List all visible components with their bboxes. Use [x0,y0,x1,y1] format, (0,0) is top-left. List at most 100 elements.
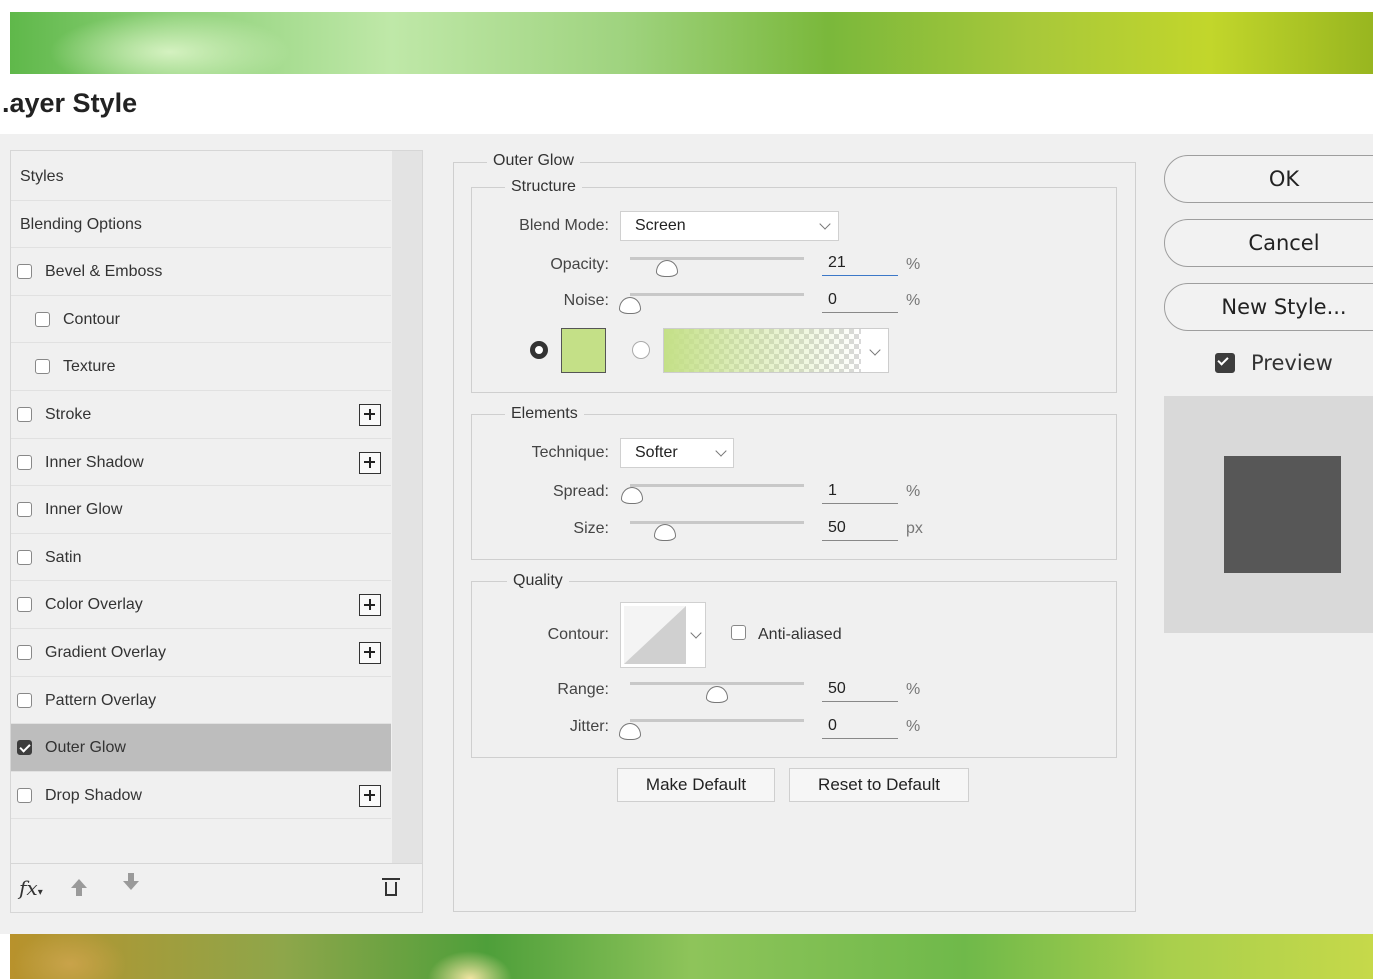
style-item-blending-options[interactable]: Blending Options [11,201,391,249]
style-checkbox[interactable] [17,740,32,756]
trash-icon[interactable] [382,878,400,896]
quality-group [471,581,1117,758]
outer-glow-title: Outer Glow [487,152,580,170]
background-image-bottom [10,934,1373,979]
spread-input[interactable]: 1 [822,482,898,504]
style-checkbox[interactable] [17,549,32,565]
jitter-slider[interactable] [630,719,804,722]
contour-picker[interactable] [620,602,706,668]
spread-label: Spread: [552,483,609,500]
style-item-texture[interactable]: Texture [11,343,391,391]
new-style-label: New Style... [1221,295,1347,319]
add-effect-plus-icon[interactable] [359,594,381,617]
technique-value: Softer [635,444,678,461]
style-item-gradient-overlay[interactable]: Gradient Overlay [11,629,391,677]
style-checkbox[interactable] [17,644,32,660]
contour-graph [624,606,686,664]
size-slider[interactable] [630,521,804,524]
preview-label: Preview [1251,351,1333,375]
style-item-inner-glow[interactable]: Inner Glow [11,486,391,534]
technique-select[interactable]: Softer [620,438,734,468]
style-checkbox[interactable] [17,692,32,708]
chevron-down-icon [715,445,727,457]
reset-to-default-button[interactable]: Reset to Default [789,768,969,802]
style-checkbox[interactable] [17,264,32,280]
spread-slider[interactable] [630,484,804,487]
style-checkbox[interactable] [17,787,32,803]
style-item-contour[interactable]: Contour [11,296,391,344]
style-item-color-overlay[interactable]: Color Overlay [11,581,391,629]
style-item-label: Satin [45,548,82,566]
style-item-satin[interactable]: Satin [11,534,391,582]
style-item-outer-glow[interactable]: Outer Glow [11,724,391,772]
style-item-label: Gradient Overlay [45,643,166,661]
technique-label: Technique: [531,444,609,461]
add-effect-plus-icon[interactable] [359,403,381,426]
style-item-bevel-emboss[interactable]: Bevel & Emboss [11,248,391,296]
chevron-down-icon [690,627,702,639]
move-up-icon[interactable] [71,879,87,896]
solid-color-radio[interactable] [530,341,548,359]
style-item-label: Color Overlay [45,596,143,614]
size-label: Size: [573,520,609,537]
styles-list: Styles Blending Options Bevel & Emboss Cont… [11,153,391,820]
size-input[interactable]: 50 [822,519,898,541]
style-checkbox[interactable] [17,454,32,470]
style-item-styles[interactable]: Styles [11,153,391,201]
preview-area [1164,396,1373,633]
preview-checkbox[interactable] [1215,353,1235,373]
glow-color-swatch[interactable] [561,328,606,373]
jitter-unit: % [906,718,921,735]
size-unit: px [906,520,923,537]
gradient-radio[interactable] [632,341,650,359]
style-checkbox[interactable] [17,502,32,518]
make-default-button[interactable]: Make Default [617,768,775,802]
style-item-label: Blending Options [20,215,142,233]
new-style-button[interactable]: New Style... [1164,283,1373,331]
range-unit: % [906,681,921,698]
opacity-slider[interactable] [630,257,804,260]
styles-panel-footer: fx▾ [11,863,422,913]
add-effect-plus-icon[interactable] [359,784,381,807]
noise-input[interactable]: 0 [822,291,898,313]
opacity-label: Opacity: [550,256,609,273]
noise-slider[interactable] [630,293,804,296]
blend-mode-select[interactable]: Screen [620,211,839,241]
range-slider[interactable] [630,682,804,685]
background-image-top [10,12,1373,74]
style-checkbox[interactable] [17,406,32,422]
style-checkbox[interactable] [17,597,32,613]
gradient-picker[interactable] [663,328,889,373]
opacity-unit: % [906,256,921,273]
gradient-preview [664,329,861,372]
chevron-down-icon [819,218,831,230]
add-effect-plus-icon[interactable] [359,641,381,664]
fx-icon[interactable]: fx▾ [19,876,43,900]
spread-unit: % [906,483,921,500]
style-item-drop-shadow[interactable]: Drop Shadow [11,772,391,820]
style-checkbox[interactable] [35,311,50,327]
opacity-input[interactable]: 21 [822,254,898,276]
style-checkbox[interactable] [35,359,50,375]
add-effect-plus-icon[interactable] [359,451,381,474]
dialog-title: .ayer Style [2,88,138,118]
styles-scrollbar[interactable] [392,151,422,863]
ok-button[interactable]: OK [1164,155,1373,203]
range-input[interactable]: 50 [822,680,898,702]
style-item-pattern-overlay[interactable]: Pattern Overlay [11,677,391,725]
blend-mode-label: Blend Mode: [519,217,609,234]
structure-title: Structure [505,178,582,196]
styles-panel: Styles Blending Options Bevel & Emboss Cont… [10,150,423,913]
style-item-stroke[interactable]: Stroke [11,391,391,439]
jitter-input[interactable]: 0 [822,717,898,739]
move-down-icon[interactable] [123,873,139,890]
style-item-inner-shadow[interactable]: Inner Shadow [11,439,391,487]
anti-aliased-checkbox[interactable] [731,625,746,640]
style-item-label: Contour [63,310,120,328]
fx-label: fx [19,876,38,900]
ok-label: OK [1268,167,1300,191]
style-item-label: Pattern Overlay [45,691,157,709]
cancel-button[interactable]: Cancel [1164,219,1373,267]
chevron-down-icon [869,344,881,356]
blend-mode-value: Screen [635,217,686,234]
